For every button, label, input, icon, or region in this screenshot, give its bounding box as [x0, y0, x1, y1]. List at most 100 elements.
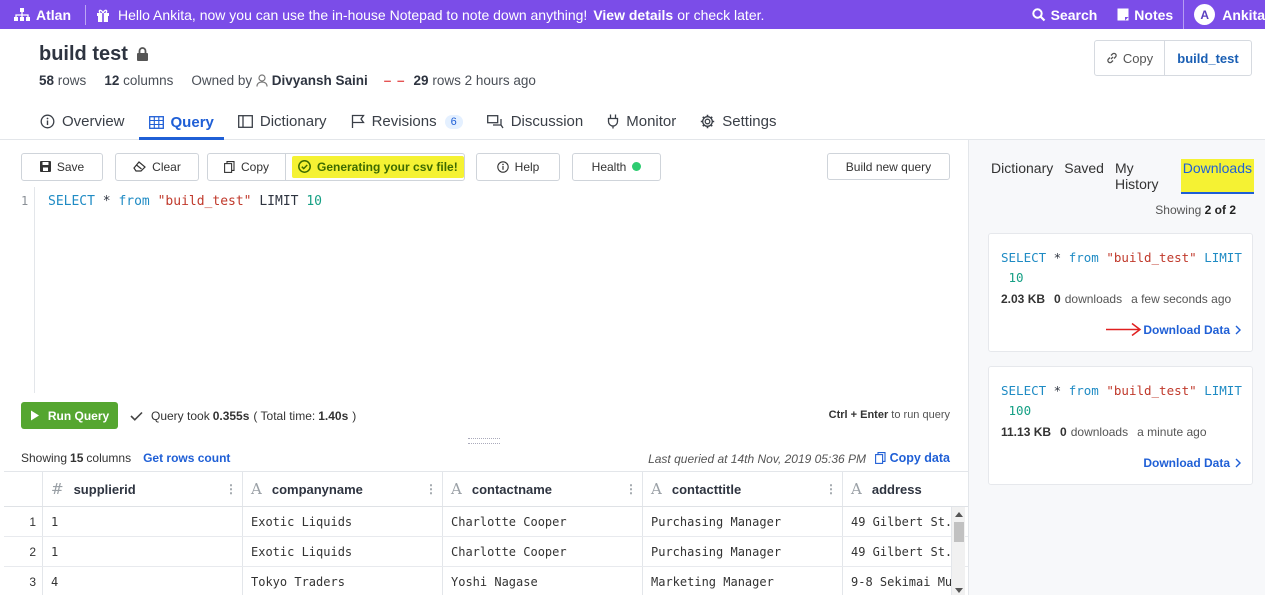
book-icon [237, 115, 253, 128]
table-cell[interactable]: Tokyo Traders [243, 567, 443, 595]
link-icon [1107, 52, 1117, 64]
column-header[interactable]: Aaddress [843, 472, 968, 506]
showing-value: 2 of 2 [1204, 203, 1236, 217]
table-cell[interactable]: Purchasing Manager [643, 537, 843, 566]
table-cell[interactable]: 1 [43, 537, 243, 566]
view-details-link[interactable]: View details [593, 7, 673, 23]
table-cell[interactable]: Marketing Manager [643, 567, 843, 595]
health-status-dot [632, 162, 642, 171]
table-cell[interactable]: 9-8 Sekimai Mu [843, 567, 968, 595]
copy-button[interactable]: Copy [1095, 41, 1165, 75]
tab-dictionary[interactable]: Dictionary [228, 105, 337, 138]
save-button[interactable]: Save [21, 152, 103, 181]
user-icon [256, 74, 268, 87]
sql-code[interactable]: SELECT * from "build_test" LIMIT 10 [48, 194, 322, 209]
plug-icon [608, 114, 619, 129]
copy-query-button[interactable]: Copy [208, 153, 286, 180]
copy-label: Copy [1122, 50, 1154, 66]
get-rows-count-link[interactable]: Get rows count [143, 451, 230, 465]
sql-editor[interactable]: 1 SELECT * from "build_test" LIMIT 10 [21, 187, 968, 393]
table-cell[interactable]: Purchasing Manager [643, 507, 843, 536]
results-scrollbar[interactable] [951, 507, 965, 595]
tab-monitor[interactable]: Monitor [597, 105, 686, 138]
shortcut-text: to run query [891, 409, 950, 421]
scroll-thumb[interactable] [954, 522, 964, 542]
text-type-icon: A [651, 480, 662, 498]
table-cell[interactable]: Exotic Liquids [243, 537, 443, 566]
build-new-query-button[interactable]: Build new query [827, 153, 950, 180]
resize-handle[interactable] [468, 438, 500, 444]
downloads-label: downloads [1070, 425, 1129, 439]
column-header[interactable]: Acompanyname ⋮ [243, 472, 443, 506]
user-menu[interactable]: A Ankita [1183, 0, 1265, 29]
copy-generating-group: Copy Generating your csv file! [207, 152, 465, 181]
copy-data-label: Copy data [889, 451, 950, 465]
sql-keyword: LIMIT [251, 194, 307, 209]
tab-query[interactable]: Query [138, 105, 224, 140]
table-row[interactable]: 3 4 Tokyo Traders Yoshi Nagase Marketing… [4, 567, 968, 595]
table-cell[interactable]: 49 Gilbert St. [843, 537, 968, 566]
tab-label: Revisions [371, 113, 437, 130]
announcement-bar: Atlan Hello Ankita, now you can use the … [0, 0, 1265, 29]
column-header[interactable]: # supplierid ⋮ [43, 472, 243, 506]
run-label: Run Query [47, 408, 110, 423]
table-row[interactable]: 1 1 Exotic Liquids Charlotte Cooper Purc… [4, 507, 968, 537]
tab-settings[interactable]: Settings [690, 105, 786, 138]
column-header[interactable]: Acontactname ⋮ [443, 472, 643, 506]
number-type-icon: # [51, 480, 64, 498]
clear-button[interactable]: Clear [115, 152, 199, 181]
check-icon [130, 411, 143, 421]
divider [85, 4, 86, 25]
tab-overview[interactable]: Overview [30, 105, 135, 138]
owner[interactable]: Divyansh Saini [256, 73, 368, 88]
column-menu-icon[interactable]: ⋮ [825, 482, 837, 496]
sql-keyword: from [1068, 250, 1099, 265]
text-type-icon: A [451, 480, 462, 498]
table-cell[interactable]: Yoshi Nagase [443, 567, 643, 595]
side-tab-downloads[interactable]: Downloads [1180, 159, 1254, 194]
side-tab-saved[interactable]: Saved [1064, 160, 1104, 194]
download-data-link[interactable]: Download Data [1143, 456, 1241, 470]
gift-icon [97, 9, 109, 22]
run-query-button[interactable]: Run Query [21, 402, 118, 429]
sql-keyword: LIMIT [1196, 250, 1242, 265]
chevron-right-icon [1235, 325, 1241, 335]
text-type-icon: A [251, 480, 262, 498]
download-data-link[interactable]: Download Data [1143, 323, 1241, 337]
total-label: ( Total time: [253, 408, 316, 423]
table-cell[interactable]: 1 [43, 507, 243, 536]
column-menu-icon[interactable]: ⋮ [425, 482, 437, 496]
column-header[interactable]: Acontacttitle ⋮ [643, 472, 843, 506]
results-table: # supplierid ⋮ Acompanyname ⋮ Acontactname ⋮… [4, 471, 968, 595]
tab-discussion[interactable]: Discussion [477, 105, 594, 138]
notes-button[interactable]: Notes [1107, 7, 1183, 23]
sql-table-string: "build_test" [1106, 250, 1197, 265]
search-button[interactable]: Search [1022, 7, 1108, 23]
table-cell[interactable]: 4 [43, 567, 243, 595]
copy-data-button[interactable]: Copy data [874, 451, 950, 465]
table-cell[interactable]: Charlotte Cooper [443, 537, 643, 566]
column-menu-icon[interactable]: ⋮ [225, 482, 237, 496]
page-title: build test [39, 43, 149, 66]
eraser-icon [133, 161, 147, 172]
scroll-up-arrow[interactable] [955, 512, 963, 517]
took-value: 0.355s [212, 408, 250, 423]
health-button[interactable]: Health [572, 152, 661, 181]
table-cell[interactable]: Exotic Liquids [243, 507, 443, 536]
column-menu-icon[interactable]: ⋮ [625, 482, 637, 496]
announcement-text: Hello Ankita, now you can use the in-hou… [118, 6, 588, 23]
table-cell[interactable]: 49 Gilbert St. [843, 507, 968, 536]
atlan-logo[interactable]: Atlan [0, 0, 81, 29]
notes-icon [1117, 8, 1129, 21]
table-cell[interactable]: Charlotte Cooper [443, 507, 643, 536]
side-tab-dictionary[interactable]: Dictionary [991, 160, 1053, 194]
help-button[interactable]: Help [476, 152, 560, 181]
row-number: 3 [4, 567, 43, 595]
tab-revisions[interactable]: Revisions 6 [341, 105, 473, 138]
download-time: a few seconds ago [1131, 292, 1232, 306]
columns-label: columns [123, 73, 174, 88]
tab-label: Monitor [626, 113, 677, 130]
table-row[interactable]: 2 1 Exotic Liquids Charlotte Cooper Purc… [4, 537, 968, 567]
scroll-down-arrow[interactable] [955, 588, 963, 593]
side-tab-my-history[interactable]: My History [1115, 160, 1170, 194]
